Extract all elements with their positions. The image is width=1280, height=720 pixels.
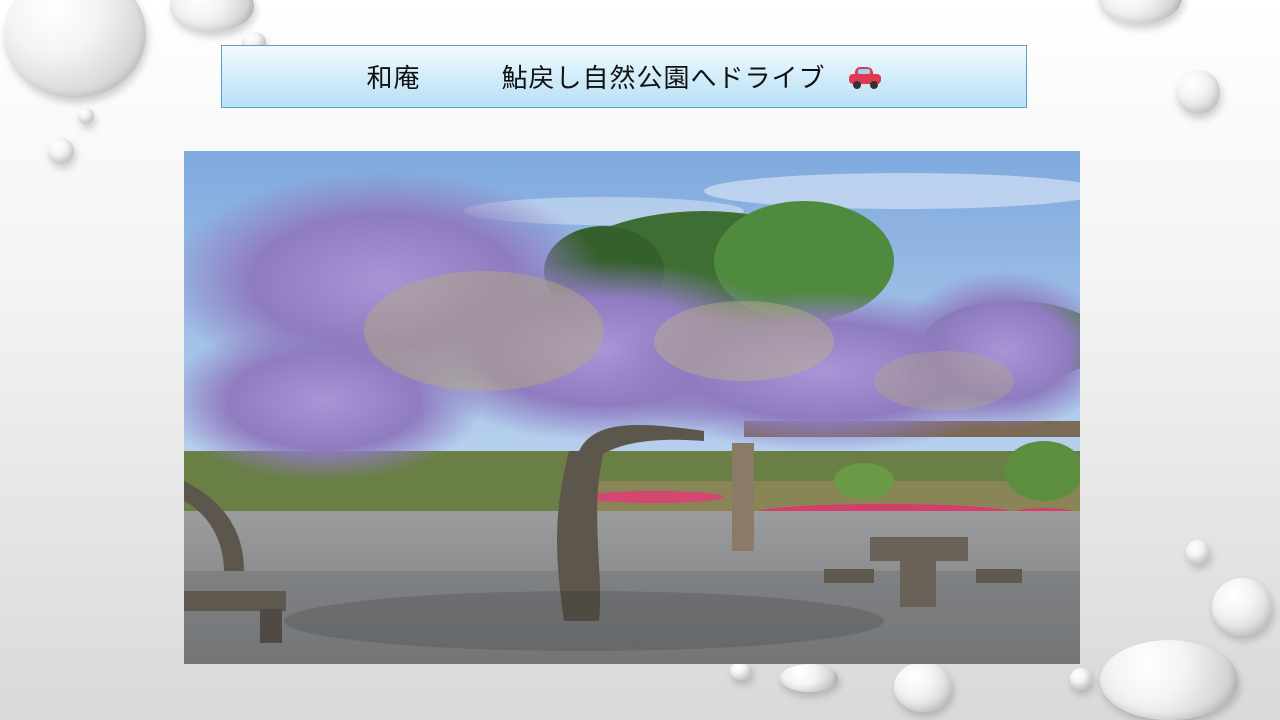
water-drop-decoration	[4, 0, 146, 98]
water-drop-decoration	[894, 662, 952, 712]
car-icon	[848, 65, 882, 89]
water-drop-decoration	[1212, 578, 1272, 636]
water-drop-decoration	[1100, 640, 1238, 720]
water-drop-decoration	[1098, 0, 1182, 24]
water-drop-decoration	[780, 664, 838, 692]
slide-title: 和庵 鮎戻し自然公園へドライブ	[366, 64, 826, 94]
water-drop-decoration	[1070, 668, 1092, 690]
slide-title-box: 和庵 鮎戻し自然公園へドライブ	[221, 45, 1027, 108]
water-drop-decoration	[78, 108, 94, 124]
water-drop-decoration	[1176, 70, 1220, 114]
wisteria-photo	[184, 151, 1080, 664]
water-drop-decoration	[1186, 540, 1210, 564]
water-drop-decoration	[730, 662, 752, 680]
water-drop-decoration	[48, 138, 74, 164]
water-drop-decoration	[170, 0, 254, 32]
